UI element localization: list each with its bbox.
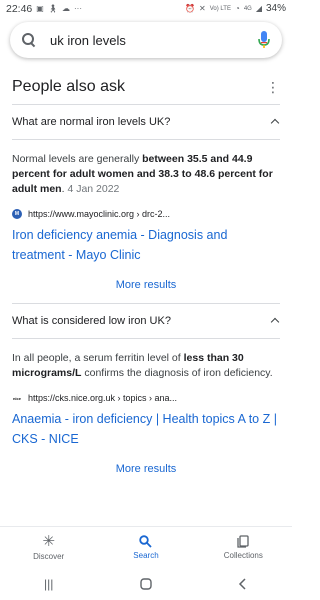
search-bar[interactable]: uk iron levels <box>10 22 282 58</box>
walk-icon: 🚶︎ <box>47 4 58 13</box>
volte-label: Vo) LTE <box>209 6 231 12</box>
answer-part: confirms the diagnosis of iron deficienc… <box>81 367 273 379</box>
question-text: What is considered low iron UK? <box>12 315 171 327</box>
result-link[interactable]: Iron deficiency anemia - Diagnosis and t… <box>0 219 292 265</box>
alarm-icon: ⏰ <box>185 4 196 13</box>
mic-icon[interactable] <box>256 30 272 50</box>
asterisk-icon: ✳ <box>42 533 55 550</box>
more-vert-icon[interactable]: ⋮ <box>266 80 280 94</box>
nav-label: Discover <box>33 552 65 561</box>
source-url: https://cks.nice.org.uk › topics › ana..… <box>28 393 178 403</box>
more-results-link[interactable]: More results <box>0 449 292 487</box>
battery-percent: 34% <box>265 3 286 14</box>
wifi-icon: ◔ <box>234 4 240 13</box>
people-also-ask-card: People also ask ⋮ What are normal iron l… <box>0 66 292 487</box>
result-link[interactable]: Anaemia - iron deficiency | Health topic… <box>0 403 292 449</box>
nav-label: Search <box>133 551 159 560</box>
answer-date: 4 Jan 2022 <box>67 183 120 195</box>
nav-collections[interactable]: Collections <box>198 527 288 568</box>
nice-favicon-icon: nice <box>12 395 22 401</box>
system-nav-bar: ||| <box>0 568 292 600</box>
home-icon[interactable] <box>126 578 166 590</box>
more-dots-icon: ··· <box>74 4 82 13</box>
question-row[interactable]: What is considered low iron UK? <box>0 304 292 338</box>
question-text: What are normal iron levels UK? <box>12 116 171 128</box>
cloud-icon: ☁ <box>62 4 70 13</box>
answer-text: Normal levels are generally between 35.5… <box>0 140 292 197</box>
paa-title: People also ask <box>12 78 125 95</box>
gallery-icon: ▣ <box>36 4 44 13</box>
answer-part: In all people, a serum ferritin level of <box>12 352 184 364</box>
source-url: https://www.mayoclinic.org › drc-2... <box>28 209 171 219</box>
bottom-nav: ✳ Discover Search Collections <box>0 526 292 568</box>
nav-label: Collections <box>223 551 263 560</box>
answer-part: Normal levels are generally <box>12 153 143 165</box>
search-input[interactable]: uk iron levels <box>50 33 256 48</box>
mute-icon: ✕ <box>199 4 206 13</box>
nav-discover[interactable]: ✳ Discover <box>4 527 94 568</box>
source-row[interactable]: M https://www.mayoclinic.org › drc-2... <box>0 197 292 219</box>
chevron-up-icon[interactable] <box>270 316 280 326</box>
status-bar: 22:46 ▣ 🚶︎ ☁ ··· ⏰ ✕ Vo) LTE ◔ 4G ◢ 34% <box>0 0 292 18</box>
answer-text: In all people, a serum ferritin level of… <box>0 339 292 381</box>
question-row[interactable]: What are normal iron levels UK? <box>0 105 292 139</box>
status-time: 22:46 <box>6 3 33 15</box>
signal-icon: ◢ <box>255 4 262 13</box>
mayo-clinic-favicon-icon: M <box>12 209 22 219</box>
back-icon[interactable] <box>223 578 263 590</box>
search-icon <box>22 33 36 47</box>
network-type-label: 4G <box>243 6 252 12</box>
nav-search[interactable]: Search <box>101 527 191 568</box>
collections-icon <box>237 535 250 548</box>
source-row[interactable]: nice https://cks.nice.org.uk › topics › … <box>0 381 292 403</box>
recents-icon[interactable]: ||| <box>29 577 69 591</box>
more-results-link[interactable]: More results <box>0 265 292 303</box>
search-icon <box>139 535 153 548</box>
chevron-up-icon[interactable] <box>270 117 280 127</box>
